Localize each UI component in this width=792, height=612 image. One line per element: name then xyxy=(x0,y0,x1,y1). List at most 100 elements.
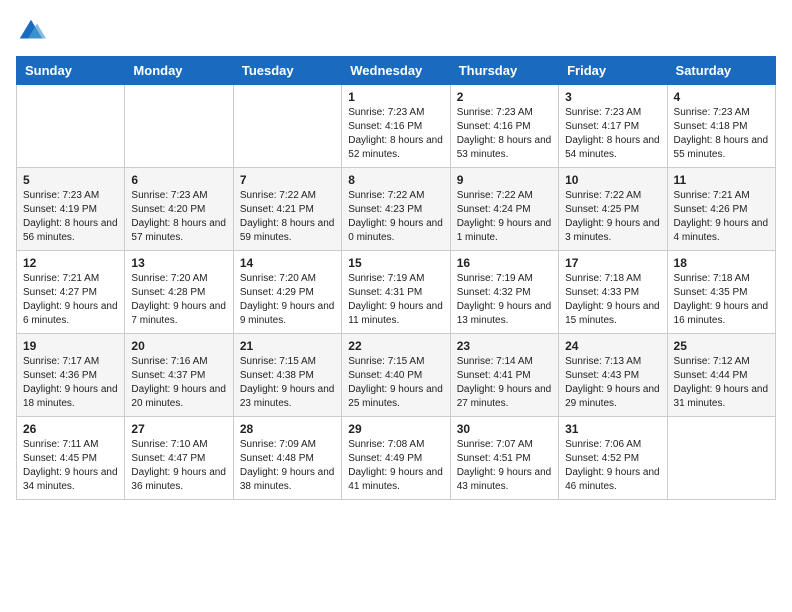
logo-icon xyxy=(16,16,46,46)
day-cell-5: 5 Sunrise: 7:23 AM Sunset: 4:19 PM Daylig… xyxy=(17,168,125,251)
weekday-sunday: Sunday xyxy=(17,57,125,85)
day-number: 5 xyxy=(23,173,118,187)
day-info: Sunrise: 7:18 AM Sunset: 4:33 PM Dayligh… xyxy=(565,272,660,328)
day-number: 10 xyxy=(565,173,660,187)
day-cell-17: 17 Sunrise: 7:18 AM Sunset: 4:33 PM Dayli… xyxy=(559,251,667,334)
day-info: Sunrise: 7:10 AM Sunset: 4:47 PM Dayligh… xyxy=(131,438,226,494)
day-info: Sunrise: 7:15 AM Sunset: 4:40 PM Dayligh… xyxy=(348,355,443,411)
day-number: 27 xyxy=(131,422,226,436)
day-cell-25: 25 Sunrise: 7:12 AM Sunset: 4:44 PM Dayli… xyxy=(667,334,775,417)
day-cell-1: 1 Sunrise: 7:23 AM Sunset: 4:16 PM Daylig… xyxy=(342,85,450,168)
day-number: 17 xyxy=(565,256,660,270)
day-cell-10: 10 Sunrise: 7:22 AM Sunset: 4:25 PM Dayli… xyxy=(559,168,667,251)
day-number: 25 xyxy=(674,339,769,353)
day-info: Sunrise: 7:22 AM Sunset: 4:24 PM Dayligh… xyxy=(457,189,552,245)
week-row-2: 5 Sunrise: 7:23 AM Sunset: 4:19 PM Daylig… xyxy=(17,168,776,251)
day-info: Sunrise: 7:12 AM Sunset: 4:44 PM Dayligh… xyxy=(674,355,769,411)
day-info: Sunrise: 7:23 AM Sunset: 4:16 PM Dayligh… xyxy=(348,106,443,162)
weekday-tuesday: Tuesday xyxy=(233,57,341,85)
day-number: 1 xyxy=(348,90,443,104)
day-cell-16: 16 Sunrise: 7:19 AM Sunset: 4:32 PM Dayli… xyxy=(450,251,558,334)
day-number: 22 xyxy=(348,339,443,353)
day-number: 19 xyxy=(23,339,118,353)
day-info: Sunrise: 7:23 AM Sunset: 4:16 PM Dayligh… xyxy=(457,106,552,162)
weekday-saturday: Saturday xyxy=(667,57,775,85)
day-cell-13: 13 Sunrise: 7:20 AM Sunset: 4:28 PM Dayli… xyxy=(125,251,233,334)
day-info: Sunrise: 7:14 AM Sunset: 4:41 PM Dayligh… xyxy=(457,355,552,411)
day-number: 14 xyxy=(240,256,335,270)
day-number: 15 xyxy=(348,256,443,270)
week-row-5: 26 Sunrise: 7:11 AM Sunset: 4:45 PM Dayli… xyxy=(17,417,776,500)
day-number: 26 xyxy=(23,422,118,436)
day-info: Sunrise: 7:07 AM Sunset: 4:51 PM Dayligh… xyxy=(457,438,552,494)
day-number: 2 xyxy=(457,90,552,104)
day-info: Sunrise: 7:23 AM Sunset: 4:20 PM Dayligh… xyxy=(131,189,226,245)
empty-cell xyxy=(233,85,341,168)
day-number: 3 xyxy=(565,90,660,104)
week-row-3: 12Sunrise: 7:21 AM Sunset: 4:27 PM Dayli… xyxy=(17,251,776,334)
day-number: 31 xyxy=(565,422,660,436)
day-cell-26: 26 Sunrise: 7:11 AM Sunset: 4:45 PM Dayli… xyxy=(17,417,125,500)
day-cell-21: 21 Sunrise: 7:15 AM Sunset: 4:38 PM Dayli… xyxy=(233,334,341,417)
day-number: 4 xyxy=(674,90,769,104)
weekday-wednesday: Wednesday xyxy=(342,57,450,85)
day-cell-11: 11Sunrise: 7:21 AM Sunset: 4:26 PM Dayli… xyxy=(667,168,775,251)
day-cell-31: 31 Sunrise: 7:06 AM Sunset: 4:52 PM Dayli… xyxy=(559,417,667,500)
day-info: Sunrise: 7:21 AM Sunset: 4:27 PM Dayligh… xyxy=(23,272,118,328)
day-number: 29 xyxy=(348,422,443,436)
day-number: 6 xyxy=(131,173,226,187)
day-cell-14: 14Sunrise: 7:20 AM Sunset: 4:29 PM Dayli… xyxy=(233,251,341,334)
day-cell-23: 23 Sunrise: 7:14 AM Sunset: 4:41 PM Dayli… xyxy=(450,334,558,417)
day-number: 28 xyxy=(240,422,335,436)
calendar-table: SundayMondayTuesdayWednesdayThursdayFrid… xyxy=(16,56,776,500)
day-cell-6: 6 Sunrise: 7:23 AM Sunset: 4:20 PM Daylig… xyxy=(125,168,233,251)
empty-cell xyxy=(667,417,775,500)
day-number: 16 xyxy=(457,256,552,270)
day-number: 9 xyxy=(457,173,552,187)
day-info: Sunrise: 7:23 AM Sunset: 4:19 PM Dayligh… xyxy=(23,189,118,245)
day-number: 21 xyxy=(240,339,335,353)
day-info: Sunrise: 7:20 AM Sunset: 4:28 PM Dayligh… xyxy=(131,272,226,328)
day-number: 8 xyxy=(348,173,443,187)
day-cell-8: 8Sunrise: 7:22 AM Sunset: 4:23 PM Daylig… xyxy=(342,168,450,251)
day-info: Sunrise: 7:22 AM Sunset: 4:25 PM Dayligh… xyxy=(565,189,660,245)
day-info: Sunrise: 7:23 AM Sunset: 4:17 PM Dayligh… xyxy=(565,106,660,162)
day-info: Sunrise: 7:18 AM Sunset: 4:35 PM Dayligh… xyxy=(674,272,769,328)
day-info: Sunrise: 7:19 AM Sunset: 4:32 PM Dayligh… xyxy=(457,272,552,328)
logo xyxy=(16,16,50,46)
day-info: Sunrise: 7:17 AM Sunset: 4:36 PM Dayligh… xyxy=(23,355,118,411)
day-cell-20: 20Sunrise: 7:16 AM Sunset: 4:37 PM Dayli… xyxy=(125,334,233,417)
day-cell-19: 19 Sunrise: 7:17 AM Sunset: 4:36 PM Dayli… xyxy=(17,334,125,417)
day-cell-2: 2 Sunrise: 7:23 AM Sunset: 4:16 PM Daylig… xyxy=(450,85,558,168)
weekday-header-row: SundayMondayTuesdayWednesdayThursdayFrid… xyxy=(17,57,776,85)
day-cell-30: 30 Sunrise: 7:07 AM Sunset: 4:51 PM Dayli… xyxy=(450,417,558,500)
day-info: Sunrise: 7:19 AM Sunset: 4:31 PM Dayligh… xyxy=(348,272,443,328)
day-cell-22: 22 Sunrise: 7:15 AM Sunset: 4:40 PM Dayli… xyxy=(342,334,450,417)
day-info: Sunrise: 7:15 AM Sunset: 4:38 PM Dayligh… xyxy=(240,355,335,411)
day-cell-29: 29 Sunrise: 7:08 AM Sunset: 4:49 PM Dayli… xyxy=(342,417,450,500)
empty-cell xyxy=(125,85,233,168)
day-cell-24: 24Sunrise: 7:13 AM Sunset: 4:43 PM Dayli… xyxy=(559,334,667,417)
day-info: Sunrise: 7:06 AM Sunset: 4:52 PM Dayligh… xyxy=(565,438,660,494)
day-cell-3: 3 Sunrise: 7:23 AM Sunset: 4:17 PM Daylig… xyxy=(559,85,667,168)
day-info: Sunrise: 7:13 AM Sunset: 4:43 PM Dayligh… xyxy=(565,355,660,411)
week-row-1: 1 Sunrise: 7:23 AM Sunset: 4:16 PM Daylig… xyxy=(17,85,776,168)
day-cell-15: 15 Sunrise: 7:19 AM Sunset: 4:31 PM Dayli… xyxy=(342,251,450,334)
page-header xyxy=(16,16,776,46)
day-cell-7: 7Sunrise: 7:22 AM Sunset: 4:21 PM Daylig… xyxy=(233,168,341,251)
day-number: 23 xyxy=(457,339,552,353)
day-number: 30 xyxy=(457,422,552,436)
calendar-body: 1 Sunrise: 7:23 AM Sunset: 4:16 PM Daylig… xyxy=(17,85,776,500)
day-cell-4: 4 Sunrise: 7:23 AM Sunset: 4:18 PM Daylig… xyxy=(667,85,775,168)
day-cell-18: 18 Sunrise: 7:18 AM Sunset: 4:35 PM Dayli… xyxy=(667,251,775,334)
day-info: Sunrise: 7:11 AM Sunset: 4:45 PM Dayligh… xyxy=(23,438,118,494)
day-number: 18 xyxy=(674,256,769,270)
day-cell-27: 27 Sunrise: 7:10 AM Sunset: 4:47 PM Dayli… xyxy=(125,417,233,500)
day-info: Sunrise: 7:08 AM Sunset: 4:49 PM Dayligh… xyxy=(348,438,443,494)
weekday-monday: Monday xyxy=(125,57,233,85)
day-number: 13 xyxy=(131,256,226,270)
day-info: Sunrise: 7:16 AM Sunset: 4:37 PM Dayligh… xyxy=(131,355,226,411)
weekday-thursday: Thursday xyxy=(450,57,558,85)
day-cell-9: 9 Sunrise: 7:22 AM Sunset: 4:24 PM Daylig… xyxy=(450,168,558,251)
day-info: Sunrise: 7:23 AM Sunset: 4:18 PM Dayligh… xyxy=(674,106,769,162)
